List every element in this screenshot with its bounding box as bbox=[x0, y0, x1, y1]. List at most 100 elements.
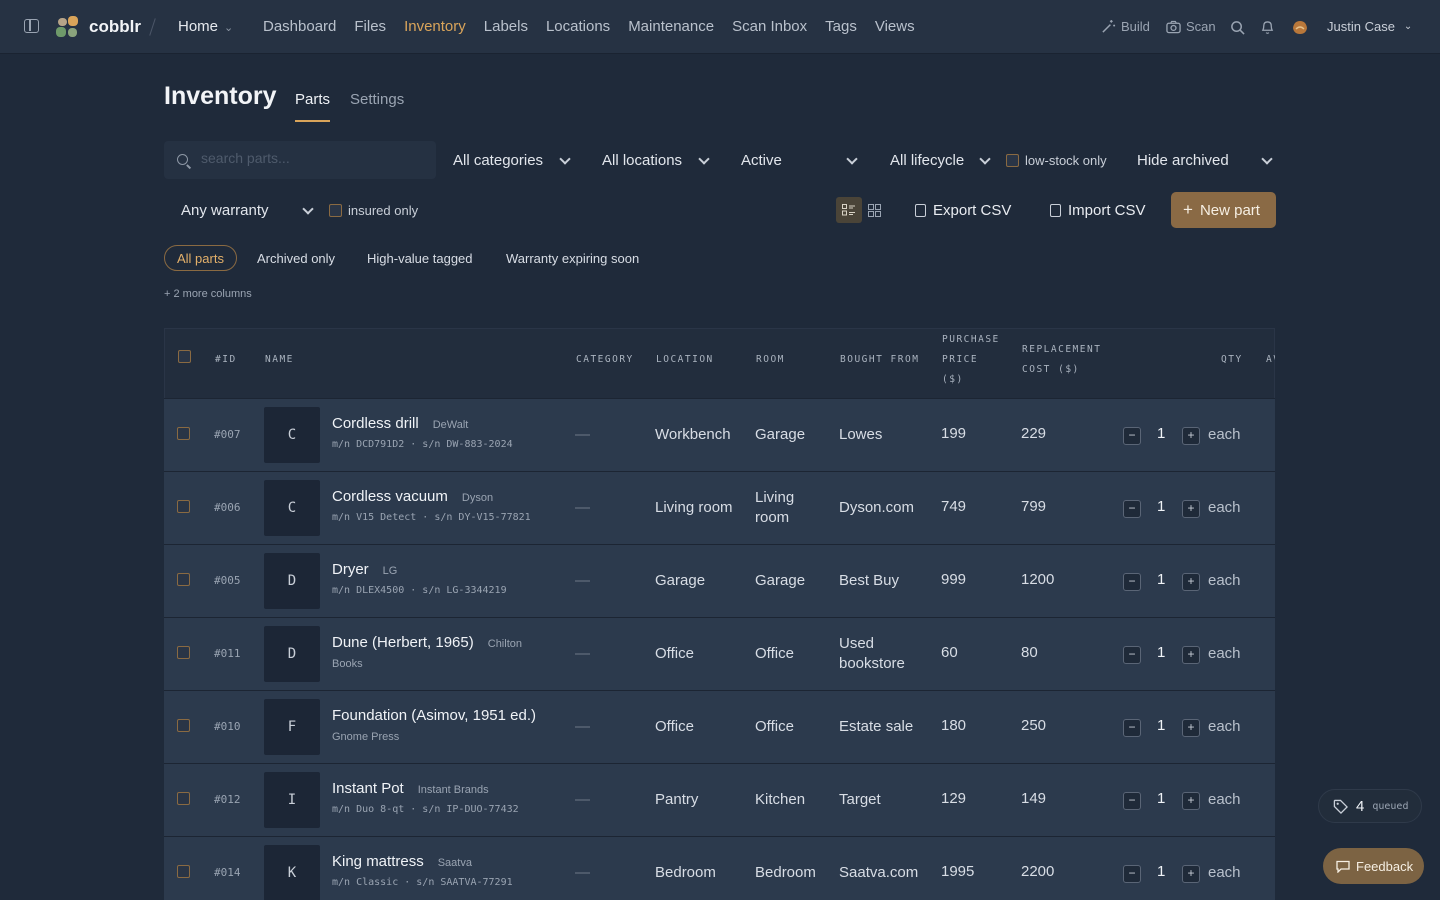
item-thumbnail[interactable]: I bbox=[264, 772, 320, 828]
list-view-toggle[interactable] bbox=[836, 197, 862, 223]
item-thumbnail[interactable]: D bbox=[264, 626, 320, 682]
nav-locations[interactable]: Locations bbox=[546, 18, 610, 35]
qty-decrement-button[interactable]: − bbox=[1123, 719, 1141, 737]
table-row[interactable]: #006 C Cordless vacuum Dyson m/n V15 Detect … bbox=[164, 471, 1275, 544]
item-thumbnail[interactable]: F bbox=[264, 699, 320, 755]
qty-decrement-button[interactable]: − bbox=[1123, 500, 1141, 518]
qty-increment-button[interactable]: + bbox=[1182, 719, 1200, 737]
row-checkbox[interactable] bbox=[177, 573, 190, 586]
chip-archived-only[interactable]: Archived only bbox=[257, 245, 335, 271]
table-row[interactable]: #007 C Cordless drill DeWalt m/n DCD791D2 · … bbox=[164, 398, 1275, 471]
item-name[interactable]: Cordless drill bbox=[332, 415, 419, 432]
new-part-button[interactable]: + New part bbox=[1171, 192, 1276, 228]
col-id[interactable]: #ID bbox=[215, 350, 237, 370]
chip-warranty-expiring[interactable]: Warranty expiring soon bbox=[506, 245, 639, 271]
qty-increment-button[interactable]: + bbox=[1182, 792, 1200, 810]
warranty-select[interactable]: Any warranty bbox=[181, 191, 314, 229]
col-replacement-cost[interactable]: REPLACEMENT COST ($) bbox=[1022, 340, 1101, 380]
brand-name[interactable]: cobblr bbox=[89, 17, 141, 37]
label-queue-pill[interactable]: 4 queued bbox=[1318, 789, 1422, 823]
item-name[interactable]: Dune (Herbert, 1965) bbox=[332, 634, 474, 651]
nav-labels[interactable]: Labels bbox=[484, 18, 528, 35]
row-checkbox[interactable] bbox=[177, 500, 190, 513]
qty-decrement-button[interactable]: − bbox=[1123, 427, 1141, 445]
grid-view-toggle[interactable] bbox=[866, 197, 884, 223]
row-checkbox[interactable] bbox=[177, 719, 190, 732]
search-input[interactable] bbox=[201, 150, 421, 166]
qty-decrement-button[interactable]: − bbox=[1123, 573, 1141, 591]
item-name-cell[interactable]: Instant Pot Instant Brands bbox=[332, 780, 489, 797]
item-thumbnail[interactable]: D bbox=[264, 553, 320, 609]
qty-increment-button[interactable]: + bbox=[1182, 500, 1200, 518]
item-name-cell[interactable]: Dryer LG bbox=[332, 561, 397, 578]
item-name[interactable]: King mattress bbox=[332, 853, 424, 870]
item-name[interactable]: Cordless vacuum bbox=[332, 488, 448, 505]
qty-increment-button[interactable]: + bbox=[1182, 427, 1200, 445]
build-button[interactable]: Build bbox=[1101, 19, 1150, 34]
nav-views[interactable]: Views bbox=[875, 18, 915, 35]
item-name-cell[interactable]: Cordless drill DeWalt bbox=[332, 415, 468, 432]
lifecycle-select[interactable]: All lifecycle bbox=[890, 141, 991, 179]
item-name-cell[interactable]: Dune (Herbert, 1965) Chilton bbox=[332, 634, 522, 651]
qty-decrement-button[interactable]: − bbox=[1123, 792, 1141, 810]
item-name-cell[interactable]: Foundation (Asimov, 1951 ed.) bbox=[332, 707, 550, 724]
qty-increment-button[interactable]: + bbox=[1182, 646, 1200, 664]
sidebar-toggle-icon[interactable] bbox=[24, 19, 39, 33]
import-csv-button[interactable]: Import CSV bbox=[1050, 192, 1146, 228]
low-stock-checkbox[interactable] bbox=[1006, 154, 1019, 167]
bell-icon[interactable] bbox=[1261, 20, 1274, 35]
item-thumbnail[interactable]: K bbox=[264, 845, 320, 900]
nav-files[interactable]: Files bbox=[354, 18, 386, 35]
table-row[interactable]: #014 K King mattress Saatva m/n Classic · s/… bbox=[164, 836, 1275, 900]
nav-inventory[interactable]: Inventory bbox=[404, 18, 466, 35]
status-select[interactable]: Active bbox=[741, 141, 858, 179]
col-location[interactable]: LOCATION bbox=[656, 350, 714, 370]
col-room[interactable]: ROOM bbox=[756, 350, 785, 370]
avatar[interactable] bbox=[1291, 19, 1309, 36]
scan-button[interactable]: Scan bbox=[1166, 19, 1216, 34]
tab-parts[interactable]: Parts bbox=[295, 91, 330, 108]
user-menu[interactable]: Justin Case ⌄ bbox=[1327, 19, 1412, 34]
qty-increment-button[interactable]: + bbox=[1182, 573, 1200, 591]
table-row[interactable]: #012 I Instant Pot Instant Brands m/n Duo 8-… bbox=[164, 763, 1275, 836]
nav-dashboard[interactable]: Dashboard bbox=[263, 18, 336, 35]
col-qty[interactable]: QTY bbox=[1221, 350, 1243, 370]
item-name[interactable]: Foundation (Asimov, 1951 ed.) bbox=[332, 707, 536, 724]
archived-select[interactable]: Hide archived bbox=[1137, 141, 1273, 179]
table-row[interactable]: #005 D Dryer LG m/n DLEX4500 · s/n LG-334421… bbox=[164, 544, 1275, 617]
search-icon[interactable] bbox=[1230, 20, 1245, 35]
item-name-cell[interactable]: Cordless vacuum Dyson bbox=[332, 488, 493, 505]
item-name[interactable]: Dryer bbox=[332, 561, 369, 578]
item-name[interactable]: Instant Pot bbox=[332, 780, 404, 797]
feedback-button[interactable]: Feedback bbox=[1323, 848, 1424, 884]
table-row[interactable]: #011 D Dune (Herbert, 1965) Chilton Books — Of… bbox=[164, 617, 1275, 690]
chip-high-value[interactable]: High-value tagged bbox=[367, 245, 473, 271]
row-checkbox[interactable] bbox=[177, 427, 190, 440]
qty-decrement-button[interactable]: − bbox=[1123, 865, 1141, 883]
nav-maintenance[interactable]: Maintenance bbox=[628, 18, 714, 35]
row-checkbox[interactable] bbox=[177, 865, 190, 878]
col-bought-from[interactable]: BOUGHT FROM bbox=[840, 350, 919, 370]
low-stock-toggle[interactable]: low-stock only bbox=[1006, 153, 1107, 168]
item-name-cell[interactable]: King mattress Saatva bbox=[332, 853, 472, 870]
category-select[interactable]: All categories bbox=[453, 141, 571, 179]
select-all-checkbox[interactable] bbox=[178, 350, 191, 363]
col-purchase-price[interactable]: PURCHASE PRICE ($) bbox=[942, 330, 1000, 390]
tab-settings[interactable]: Settings bbox=[350, 91, 404, 108]
more-columns-link[interactable]: + 2 more columns bbox=[164, 288, 252, 300]
insured-toggle[interactable]: insured only bbox=[329, 203, 418, 218]
qty-decrement-button[interactable]: − bbox=[1123, 646, 1141, 664]
export-csv-button[interactable]: Export CSV bbox=[915, 192, 1011, 228]
chip-all-parts[interactable]: All parts bbox=[164, 245, 237, 271]
col-name[interactable]: NAME bbox=[265, 350, 294, 370]
location-select[interactable]: All locations bbox=[602, 141, 710, 179]
col-category[interactable]: CATEGORY bbox=[576, 350, 634, 370]
col-av[interactable]: AV bbox=[1266, 350, 1275, 370]
item-thumbnail[interactable]: C bbox=[264, 480, 320, 536]
workspace-select[interactable]: Home ⌄ bbox=[178, 18, 233, 35]
table-row[interactable]: #010 F Foundation (Asimov, 1951 ed.) Gnome … bbox=[164, 690, 1275, 763]
row-checkbox[interactable] bbox=[177, 646, 190, 659]
nav-scan-inbox[interactable]: Scan Inbox bbox=[732, 18, 807, 35]
insured-checkbox[interactable] bbox=[329, 204, 342, 217]
qty-increment-button[interactable]: + bbox=[1182, 865, 1200, 883]
